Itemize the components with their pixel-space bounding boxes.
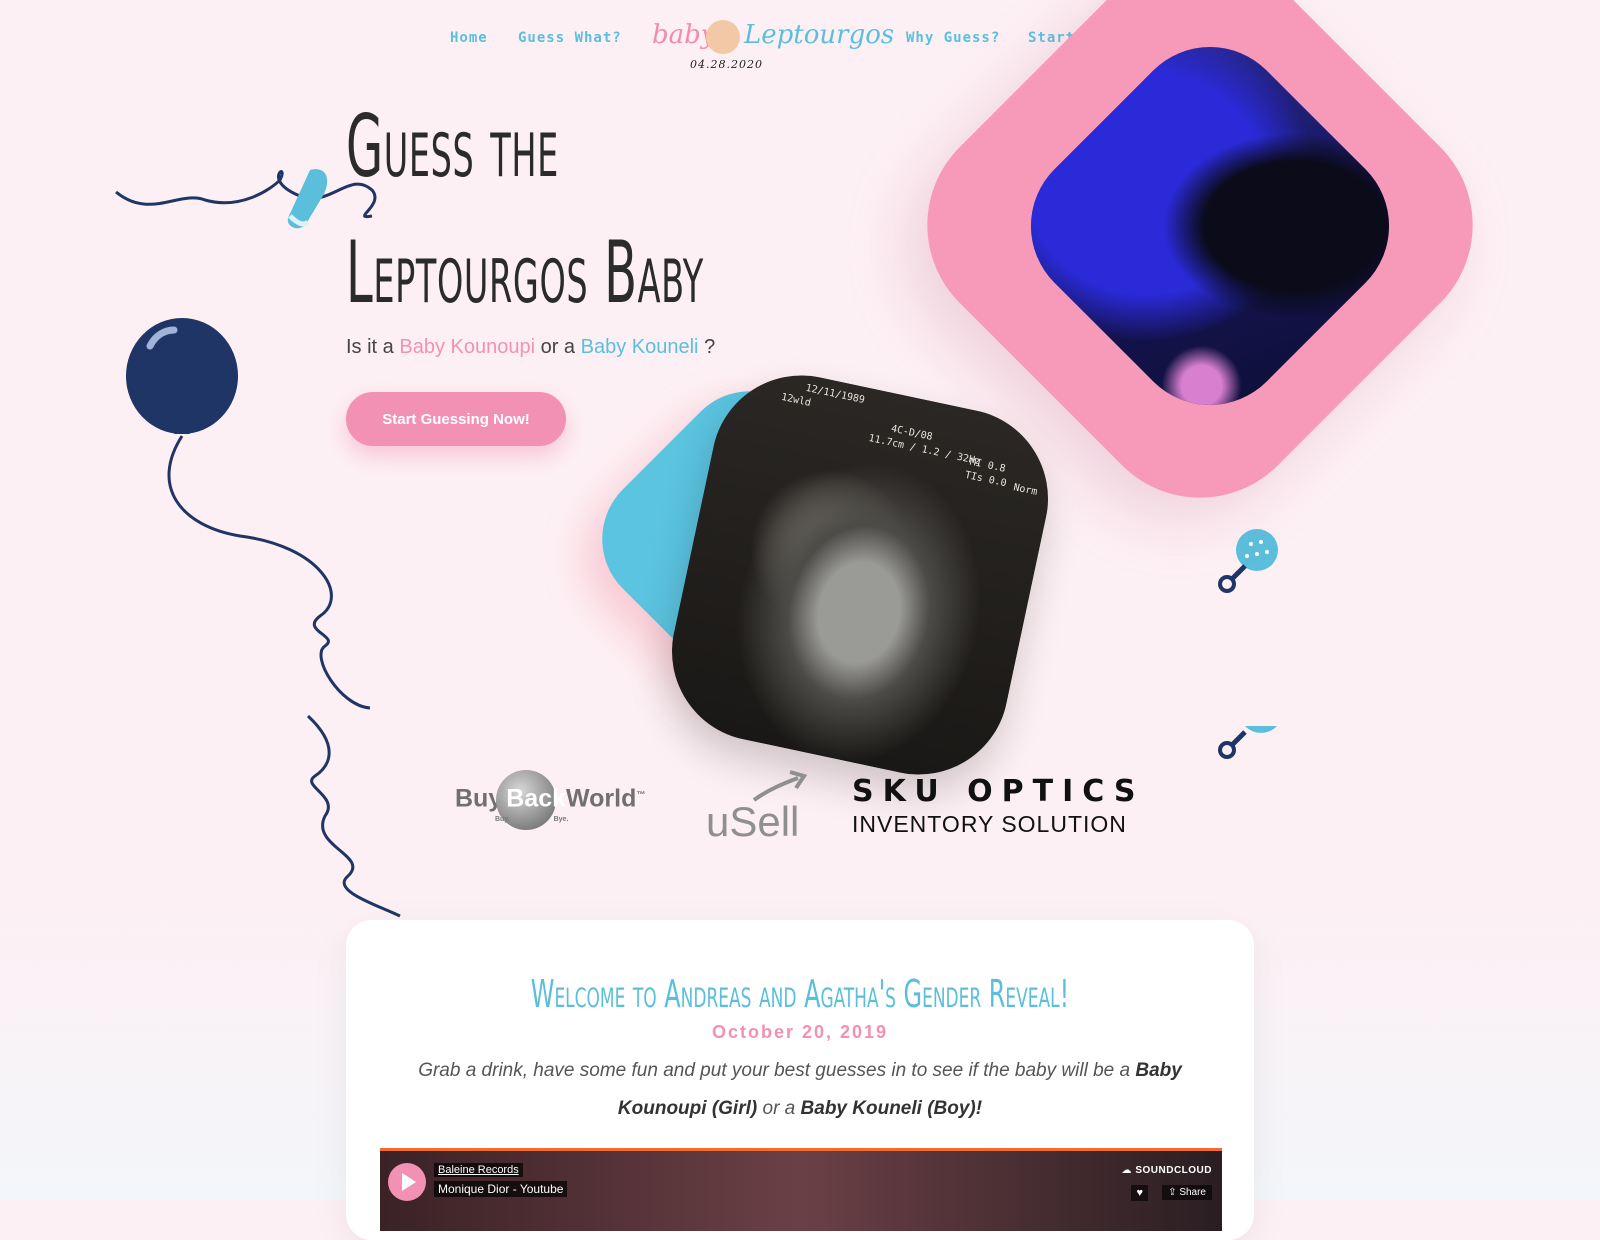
play-button[interactable] — [388, 1163, 426, 1201]
sponsor-buybackworld-logo[interactable]: Buy BackWorld™ Buy. Bye. — [455, 770, 646, 830]
nav-home[interactable]: Home — [450, 30, 488, 46]
welcome-text-pre: Grab a drink, have some fun and put your… — [418, 1060, 1131, 1081]
start-guessing-button[interactable]: Start Guessing Now! — [346, 392, 566, 446]
subtitle-post: ? — [704, 336, 716, 358]
welcome-text-boy: Baby Kouneli (Boy)! — [800, 1098, 983, 1119]
site-logo[interactable]: baby Leptourgos 04.28.2020 — [650, 18, 894, 78]
welcome-card: Welcome to Andreas and Agatha's Gender R… — [346, 920, 1254, 1240]
soundcloud-logo[interactable]: ☁ SOUNDCLOUD — [1122, 1165, 1212, 1176]
welcome-text: Grab a drink, have some fun and put your… — [386, 1052, 1214, 1128]
bbw-buy: Buy — [455, 784, 503, 813]
player-artist[interactable]: Baleine Records — [434, 1163, 523, 1177]
ultrasound-date: 12/11/1989 — [804, 382, 866, 407]
welcome-title: Welcome to Andreas and Agatha's Gender R… — [530, 972, 1070, 1016]
subtitle-boy: Baby Kouneli — [580, 336, 699, 358]
hero-title: Guess the Leptourgos Baby — [346, 84, 703, 336]
ultrasound-mode: Norm — [1012, 482, 1039, 498]
welcome-text-mid: or a — [762, 1098, 796, 1119]
subtitle-pre: Is it a — [346, 336, 394, 358]
logo-text-surname: Leptourgos — [744, 20, 895, 50]
subtitle-mid: or a — [540, 336, 576, 358]
baby-shoe-icon — [287, 169, 328, 229]
nav-why-guess[interactable]: Why Guess? — [906, 30, 1000, 46]
sku-line2: INVENTORY SOLUTION — [852, 811, 1127, 837]
logo-date: 04.28.2020 — [690, 58, 763, 71]
hero-subtitle: Is it a Baby Kounoupi or a Baby Kouneli … — [346, 336, 715, 359]
hero-title-line1: Guess the — [346, 97, 559, 197]
bbw-back: Back — [506, 784, 566, 813]
nav-guess-what[interactable]: Guess What? — [518, 30, 622, 46]
sponsor-skuoptics-logo[interactable]: SKU OPTICS INVENTORY SOLUTION — [852, 774, 1144, 838]
sku-line1: SKU OPTICS — [852, 774, 1145, 809]
bbw-tag1: Buy. — [495, 816, 510, 823]
like-button[interactable]: ♥ — [1131, 1185, 1148, 1201]
share-label: Share — [1179, 1187, 1206, 1198]
hero-title-line2: Leptourgos Baby — [346, 223, 704, 323]
ultrasound-week: 12wld — [780, 391, 812, 409]
bbw-world: World — [566, 784, 637, 813]
soundcloud-label: SOUNDCLOUD — [1135, 1165, 1212, 1176]
event-date: October 20, 2019 — [711, 1022, 889, 1042]
player-track[interactable]: Monique Dior - Youtube — [434, 1181, 568, 1197]
sponsor-usell-logo[interactable]: uSell — [706, 798, 799, 846]
soundcloud-player: Baleine Records Monique Dior - Youtube ☁… — [380, 1148, 1222, 1231]
rattle-icon — [1218, 529, 1278, 593]
baby-face-icon — [706, 20, 740, 54]
rattle-icon-partial — [1218, 726, 1277, 759]
share-button[interactable]: ⇪ Share — [1162, 1185, 1212, 1200]
bbw-tag2: Bye. — [553, 816, 569, 823]
subtitle-girl: Baby Kounoupi — [399, 336, 536, 358]
bbw-tm: ™ — [636, 789, 646, 800]
